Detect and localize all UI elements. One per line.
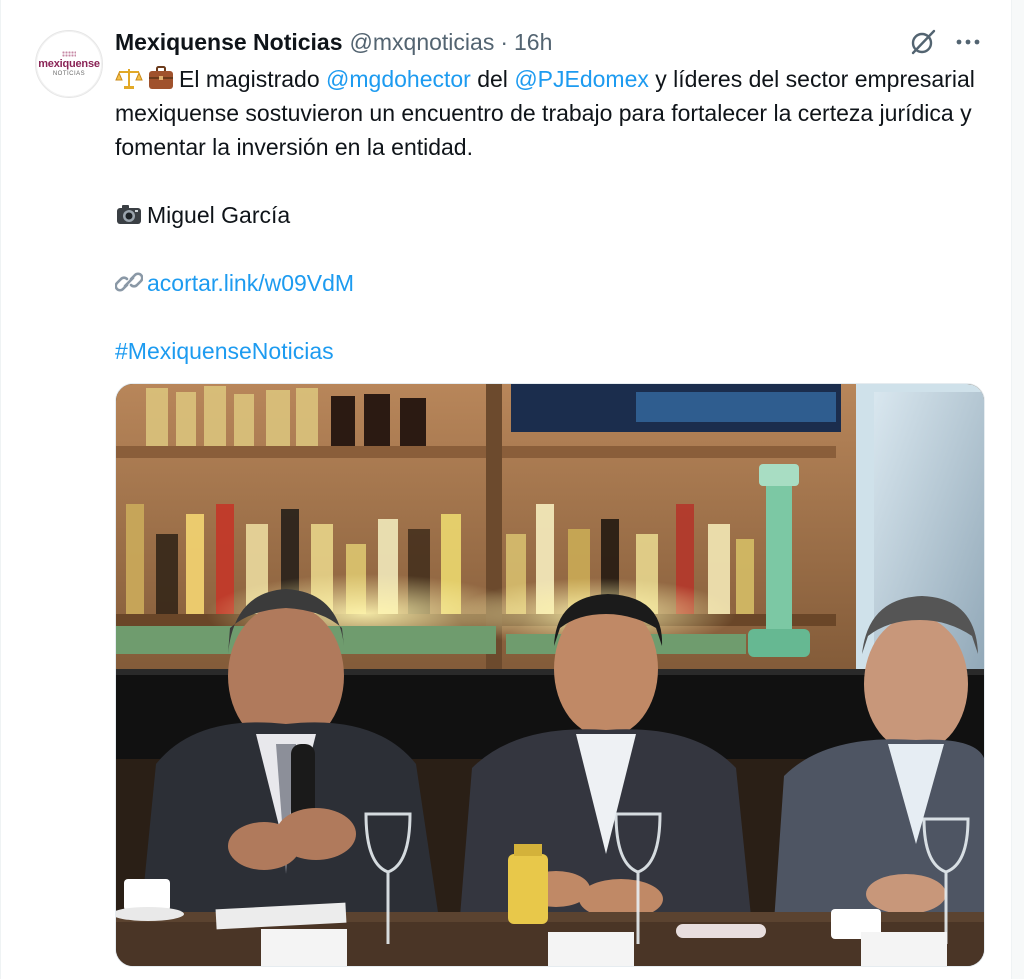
tweet-card[interactable]: mexiquense NOTICIAS Mexiquense Noticias …	[0, 0, 1012, 979]
avatar-brand-bottom: NOTICIAS	[52, 70, 86, 77]
scales-icon	[115, 65, 143, 89]
author-handle[interactable]: @mxqnoticias	[350, 29, 495, 56]
mention-mgdohector[interactable]: @mgdohector	[326, 66, 471, 92]
tweet-text: El magistrado @mgdohector del @PJEdomex …	[114, 62, 975, 368]
more-icon[interactable]	[954, 28, 982, 56]
text-line1-mid: del	[470, 66, 515, 92]
separator-dot: ·	[500, 28, 508, 55]
hashtag-mexiquensenoticias[interactable]: #MexiquenseNoticias	[115, 338, 334, 364]
grok-icon[interactable]	[909, 28, 937, 56]
tweet-header: Mexiquense Noticias @mxqnoticias · 16h	[115, 27, 991, 57]
timestamp[interactable]: 16h	[514, 29, 552, 56]
text-line1-pre: El magistrado	[179, 66, 327, 92]
photo-illustration	[116, 384, 984, 966]
tweet-photo[interactable]	[115, 383, 985, 967]
briefcase-icon	[147, 65, 175, 89]
short-link[interactable]: acortar.link/w09VdM	[147, 270, 354, 296]
camera-icon	[115, 201, 143, 225]
mention-pjedomex[interactable]: @PJEdomex	[514, 66, 649, 92]
avatar[interactable]: mexiquense NOTICIAS	[35, 30, 103, 98]
logo-dots	[62, 50, 76, 57]
photo-credit: Miguel García	[147, 202, 291, 228]
author-name[interactable]: Mexiquense Noticias	[115, 29, 343, 56]
avatar-brand-top: mexiquense	[38, 57, 100, 70]
link-icon	[114, 269, 144, 293]
